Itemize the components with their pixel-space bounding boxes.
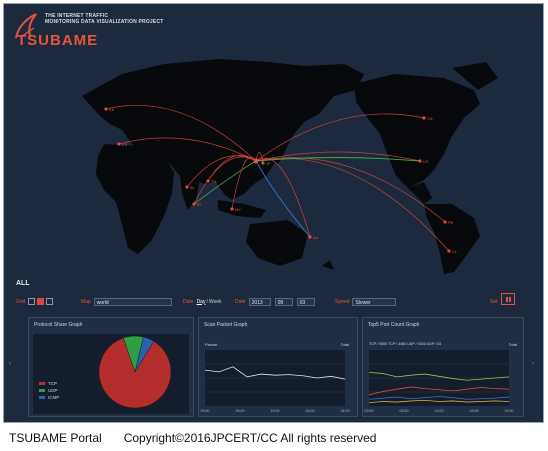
- legend-label: UDP: [48, 388, 58, 393]
- pause-button[interactable]: [501, 293, 515, 305]
- x-tick-label: 24:00: [341, 409, 350, 413]
- date-range-control: Date Day / Week: [183, 298, 222, 305]
- grid-toggle-off[interactable]: [28, 298, 36, 305]
- top5-port-panel: Top5 Port Count Graph TCP / 9800 TCP / 4…: [362, 317, 524, 417]
- map-node-label: ES: [122, 142, 128, 147]
- x-tick-label: 00:00: [201, 409, 210, 413]
- scan-packet-title: Scan Packet Graph: [204, 322, 248, 328]
- x-tick-label: 06:00: [236, 409, 245, 413]
- prev-arrow-icon[interactable]: ‹: [9, 361, 11, 367]
- scan-packet-panel: Scan Packet Graph Packet Total 00:00 06:0…: [198, 317, 358, 417]
- date-picker-control: Date 2013 08 03: [235, 297, 315, 306]
- next-arrow-icon[interactable]: ›: [532, 361, 534, 367]
- speed-label: Speed: [335, 298, 350, 305]
- caption-right: Copyright©2016JPCERT/CC All rights reser…: [123, 431, 377, 445]
- x-tick-label: 00:00: [365, 409, 374, 413]
- x-tick-label: 24:00: [505, 409, 514, 413]
- map-node-label: EE: [109, 107, 115, 112]
- map-node-label: MY: [235, 207, 241, 212]
- legend-swatch: [39, 396, 45, 399]
- map-node-label: TH: [211, 179, 216, 184]
- speed-select[interactable]: Slower: [352, 297, 397, 306]
- ports-line-chart: 00:00 06:00 12:00 18:00 24:00: [365, 350, 514, 413]
- grid-toggle-on[interactable]: [37, 298, 45, 305]
- caption-left: TSUBAME Portal: [9, 431, 102, 445]
- map-node-label: JP: [266, 161, 271, 166]
- x-tick-label: 12:00: [271, 409, 280, 413]
- grid-control: Grid: [16, 297, 55, 306]
- legend-swatch: [39, 389, 45, 392]
- map-control: Map world: [81, 297, 172, 306]
- map-node: [418, 159, 422, 163]
- x-tick-label: 18:00: [470, 409, 479, 413]
- set-control: Set: [490, 297, 501, 306]
- map-node-label: IR: [197, 202, 201, 207]
- top5-port-title: Top5 Port Count Graph: [368, 322, 420, 328]
- tsubame-portal-window: EE ES JP CA US IN TH IR MY PE CL AU THE INTERNET TR…: [3, 3, 544, 423]
- grid-toggle-alt[interactable]: [46, 298, 54, 305]
- map-node-label: IN: [190, 185, 194, 190]
- map-node: [185, 185, 189, 189]
- map-node: [230, 207, 234, 211]
- map-node: [117, 142, 121, 146]
- speed-control: Speed Slower: [335, 297, 397, 306]
- protocol-pie-chart: TCP UDP ICMP: [33, 334, 189, 414]
- map-node: [192, 202, 196, 206]
- map-node: [308, 235, 312, 239]
- x-tick-label: 06:00: [400, 409, 409, 413]
- map-node-label: US: [423, 159, 429, 164]
- date-day-option[interactable]: Day: [197, 299, 206, 305]
- scan-line-chart: 00:00 06:00 12:00 18:00 24:00: [201, 350, 350, 413]
- protocol-share-panel: Protocol Share Graph TCP UDP ICMP: [28, 317, 194, 417]
- logo-subtitle: THE INTERNET TRAFFIC MONITORING DATA VIS…: [45, 13, 165, 25]
- map-node: [422, 116, 426, 120]
- logo-subtitle-line2: MONITORING DATA VISUALIZATION PROJECT: [45, 19, 164, 25]
- map-node: [447, 249, 451, 253]
- legend-label: TCP: [48, 381, 57, 386]
- grid-label: Grid: [16, 298, 26, 305]
- date2-label: Date: [235, 298, 246, 305]
- day-select[interactable]: 03: [296, 297, 315, 306]
- filter-all-label: ALL: [16, 280, 30, 287]
- map-node: [261, 161, 265, 165]
- x-tick-label: 12:00: [435, 409, 444, 413]
- map-node-label: CA: [427, 116, 433, 121]
- protocol-share-title: Protocol Share Graph: [34, 322, 83, 328]
- date-week-option[interactable]: Week: [209, 299, 222, 305]
- date-label: Date: [183, 298, 194, 305]
- map-node: [206, 179, 210, 183]
- x-tick-label: 18:00: [306, 409, 315, 413]
- month-select[interactable]: 08: [274, 297, 293, 306]
- year-select[interactable]: 2013: [248, 297, 271, 306]
- map-label: Map: [81, 298, 91, 305]
- map-node: [443, 220, 447, 224]
- map-node-label: AU: [313, 235, 319, 240]
- map-node-label: CL: [452, 249, 458, 254]
- map-node: [104, 107, 108, 111]
- map-node-label: PE: [448, 220, 454, 225]
- hub-node: [253, 158, 259, 164]
- map-select[interactable]: world: [93, 297, 172, 306]
- figure-caption: TSUBAME Portal Copyright©2016JPCERT/CC Al…: [9, 431, 376, 445]
- legend-label: ICMP: [48, 395, 59, 400]
- legend-swatch: [39, 382, 45, 385]
- logo-title: TSUBAME: [17, 32, 99, 49]
- set-label: Set: [490, 298, 498, 305]
